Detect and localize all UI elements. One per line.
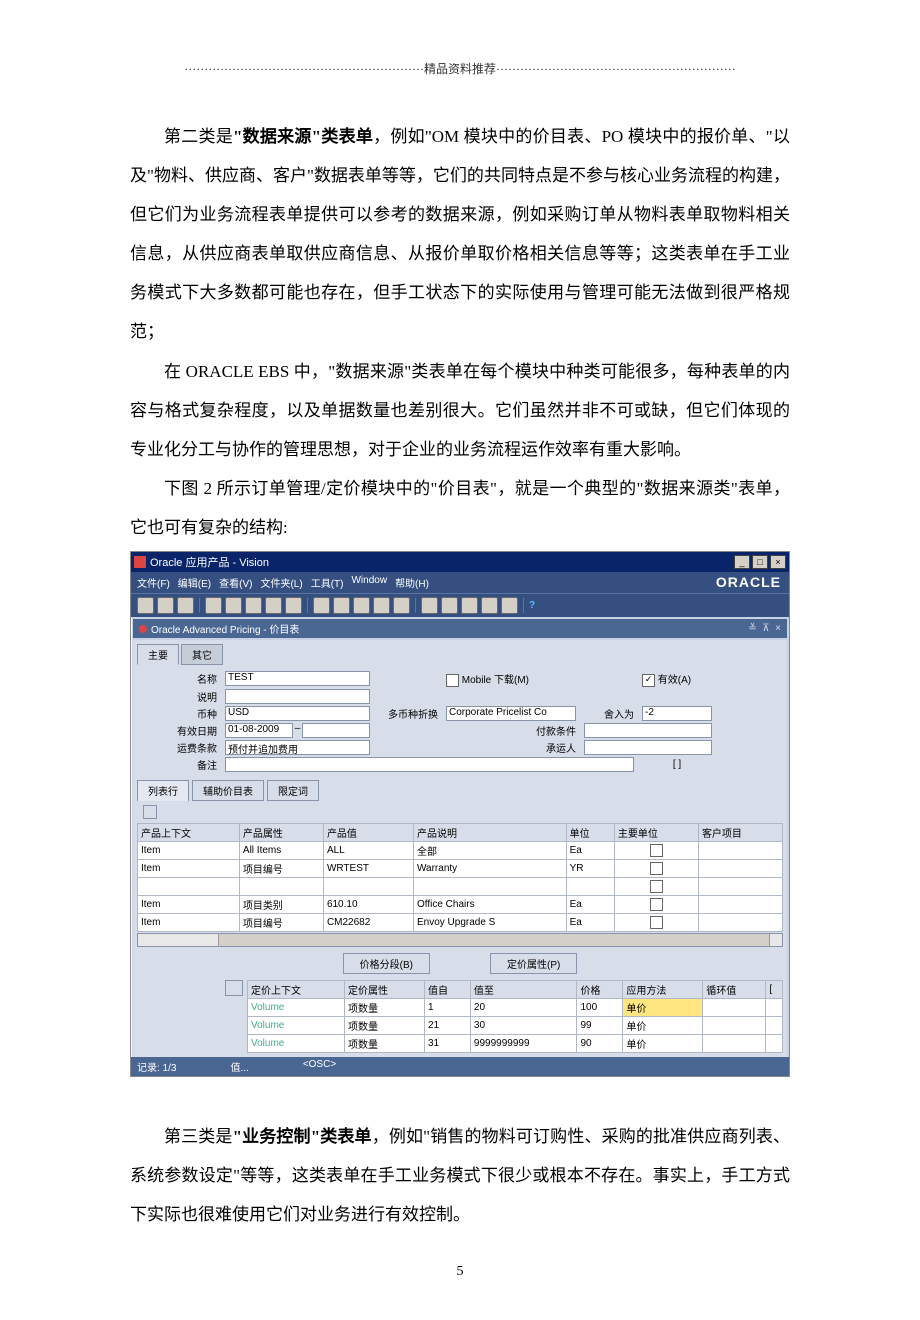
close-icon[interactable]: × xyxy=(770,555,786,569)
price-break-grid[interactable]: 定价上下文定价属性值自值至价格应用方法循环值[ Volume项数量120100单… xyxy=(247,980,783,1053)
tab-main[interactable]: 主要 xyxy=(137,644,179,665)
page-number: 5 xyxy=(0,1264,920,1280)
menubar[interactable]: 文件(F)编辑(E)查看(V)文件夹(L)工具(T)Window帮助(H) xyxy=(131,572,789,593)
header-divider: ········································… xyxy=(0,60,920,77)
inner-window-title: Oracle Advanced Pricing - 价目表 ≚ ⊼ × xyxy=(133,619,787,638)
app-icon xyxy=(134,556,146,568)
field-carrier[interactable] xyxy=(584,740,712,755)
field-multi[interactable]: Corporate Pricelist Co xyxy=(446,706,576,721)
pricing-attr-button[interactable]: 定价属性(P) xyxy=(490,953,577,974)
subtab-aux[interactable]: 辅助价目表 xyxy=(192,780,264,801)
active-checkbox[interactable]: ✓ xyxy=(642,674,655,687)
price-break-button[interactable]: 价格分段(B) xyxy=(343,953,430,974)
inner-icon xyxy=(139,625,147,633)
inner-window-controls[interactable]: ≚ ⊼ × xyxy=(748,623,781,634)
tab-other[interactable]: 其它 xyxy=(181,644,223,665)
field-round[interactable]: -2 xyxy=(642,706,712,721)
window-title: Oracle 应用产品 - Vision xyxy=(150,554,269,570)
paragraph-4: 第三类是"业务控制"类表单，例如"销售的物料可订购性、采购的批准供应商列表、系统… xyxy=(130,1117,790,1234)
paragraph-2: 在 ORACLE EBS 中，"数据来源"类表单在每个模块中种类可能很多，每种表… xyxy=(130,352,790,469)
field-eff-from[interactable]: 01-08-2009 xyxy=(225,723,293,738)
mobile-checkbox[interactable] xyxy=(446,674,459,687)
field-payterm[interactable] xyxy=(584,723,712,738)
label-name: 名称 xyxy=(137,671,217,686)
oracle-screenshot: Oracle 应用产品 - Vision _ □ × ORACLE 文件(F)编… xyxy=(130,551,790,1077)
field-eff-to[interactable] xyxy=(302,723,370,738)
maximize-icon[interactable]: □ xyxy=(752,555,768,569)
window-titlebar: Oracle 应用产品 - Vision _ □ × xyxy=(131,552,789,572)
subtab-listrow[interactable]: 列表行 xyxy=(137,780,189,801)
status-bar: 记录: 1/3 值... <OSC> xyxy=(131,1057,789,1076)
oracle-logo: ORACLE xyxy=(716,574,781,590)
remark-dff-button[interactable]: [ ] xyxy=(642,759,712,770)
field-name[interactable]: TEST xyxy=(225,671,370,686)
field-currency[interactable]: USD xyxy=(225,706,370,721)
field-freight[interactable]: 预付并追加费用 xyxy=(225,740,370,755)
h-scrollbar[interactable] xyxy=(137,933,783,947)
paragraph-1: 第二类是"数据来源"类表单，例如"OM 模块中的价目表、PO 模块中的报价单、"… xyxy=(130,117,790,352)
toolbar-icon[interactable] xyxy=(137,597,154,614)
field-remark[interactable] xyxy=(225,757,634,772)
minimize-icon[interactable]: _ xyxy=(734,555,750,569)
folder-icon[interactable] xyxy=(143,805,157,819)
paragraph-3: 下图 2 所示订单管理/定价模块中的"价目表"，就是一个典型的"数据来源类"表单… xyxy=(130,469,790,547)
subtab-qualifier[interactable]: 限定词 xyxy=(267,780,319,801)
price-list-grid[interactable]: 产品上下文产品属性产品值产品说明单位主要单位客户项目 ItemAll Items… xyxy=(137,823,783,932)
field-desc[interactable] xyxy=(225,689,370,704)
toolbar[interactable]: ? xyxy=(131,593,789,617)
folder-icon-2[interactable] xyxy=(225,980,243,996)
